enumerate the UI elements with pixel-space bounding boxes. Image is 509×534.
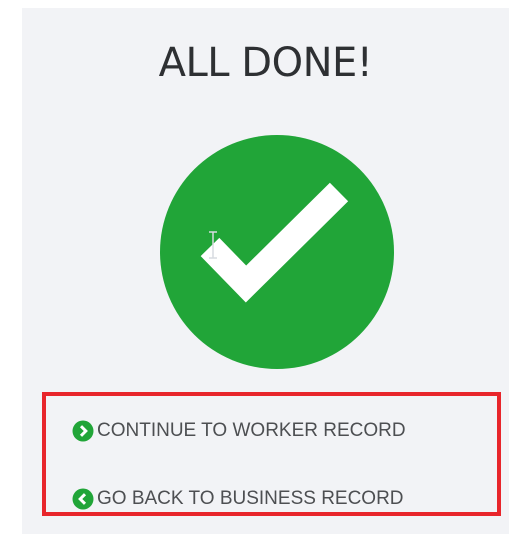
go-back-to-business-record-link[interactable]: GO BACK TO BUSINESS RECORD <box>72 485 404 513</box>
checkmark-circle-icon <box>160 135 394 369</box>
back-link-label: GO BACK TO BUSINESS RECORD <box>97 488 404 509</box>
page-title: ALL DONE! <box>158 40 373 86</box>
chevron-right-circle-icon <box>72 420 94 442</box>
chevron-left-circle-icon <box>72 488 94 510</box>
checkmark-icon <box>200 182 349 303</box>
navigation-options-highlight: CONTINUE TO WORKER RECORD GO BACK TO BUS… <box>42 392 501 516</box>
continue-link-label: CONTINUE TO WORKER RECORD <box>97 420 406 441</box>
continue-to-worker-record-link[interactable]: CONTINUE TO WORKER RECORD <box>72 417 406 445</box>
text-cursor-icon <box>209 231 217 259</box>
